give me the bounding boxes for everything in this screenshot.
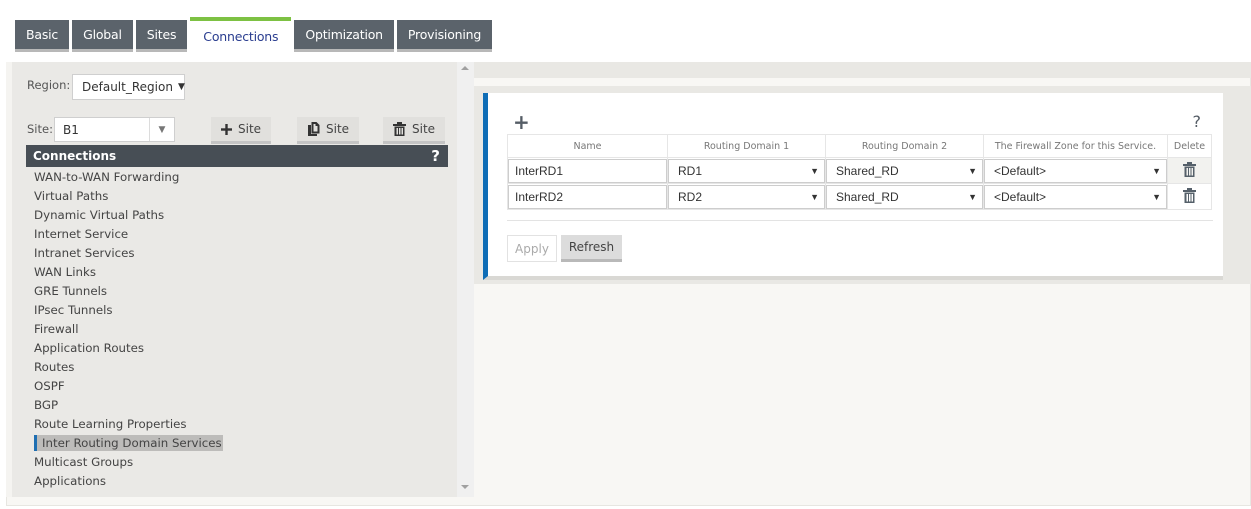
site-label: Site: xyxy=(27,122,53,136)
top-tab-bar: Basic Global Sites Connections Optimizat… xyxy=(15,17,495,52)
column-header-routing-domain-2: Routing Domain 2 xyxy=(825,134,984,158)
delete-row-button[interactable] xyxy=(1167,157,1212,184)
delete-site-label: Site xyxy=(412,122,436,136)
nav-item-route-learning-properties[interactable]: Route Learning Properties xyxy=(26,415,446,434)
tab-global[interactable]: Global xyxy=(72,20,133,52)
region-label: Region: xyxy=(27,78,71,92)
add-site-label: Site xyxy=(238,122,262,136)
caret-down-icon: ▼ xyxy=(968,165,977,176)
caret-down-icon: ▼ xyxy=(158,124,166,135)
caret-down-icon: ▼ xyxy=(177,82,185,92)
plus-icon xyxy=(221,123,232,135)
table-row: InterRD1 RD1 ▼ Shared_RD ▼ <Default> ▼ xyxy=(507,157,1212,184)
nav-item-intranet-services[interactable]: Intranet Services xyxy=(26,244,446,263)
caret-down-icon: ▼ xyxy=(810,191,819,202)
name-input[interactable]: InterRD2 xyxy=(508,184,667,209)
right-panel-top-band xyxy=(474,62,1251,78)
trash-icon xyxy=(393,122,406,136)
caret-down-icon: ▼ xyxy=(810,165,819,176)
apply-button[interactable]: Apply xyxy=(507,235,557,262)
tab-optimization[interactable]: Optimization xyxy=(294,20,394,52)
routing-domain-1-select[interactable]: RD1 ▼ xyxy=(668,158,825,183)
table-header-row: Name Routing Domain 1 Routing Domain 2 T… xyxy=(507,134,1212,158)
routing-domain-1-value: RD1 xyxy=(678,163,703,178)
help-icon[interactable]: ? xyxy=(431,147,440,165)
scroll-up-icon[interactable] xyxy=(461,66,469,70)
nav-item-wan-to-wan-forwarding[interactable]: WAN-to-WAN Forwarding xyxy=(26,168,446,187)
region-value: Default_Region xyxy=(82,80,173,94)
tab-connections[interactable]: Connections xyxy=(190,17,292,52)
firewall-zone-select[interactable]: <Default> ▼ xyxy=(984,184,1167,209)
delete-site-button[interactable]: Site xyxy=(383,117,446,144)
nav-item-application-routes[interactable]: Application Routes xyxy=(26,339,446,358)
table-row: InterRD2 RD2 ▼ Shared_RD ▼ <Default> ▼ xyxy=(507,183,1212,210)
firewall-zone-value: <Default> xyxy=(994,189,1047,204)
routing-domain-1-value: RD2 xyxy=(678,189,703,204)
inter-routing-domain-services-card: + ? Name Routing Domain 1 Routing Domain… xyxy=(483,93,1223,280)
copy-site-label: Site xyxy=(326,122,350,136)
tab-basic[interactable]: Basic xyxy=(15,20,70,52)
routing-domain-2-select[interactable]: Shared_RD ▼ xyxy=(826,184,983,209)
copy-site-button[interactable]: Site xyxy=(297,117,360,144)
add-row-button[interactable]: + xyxy=(513,110,530,134)
left-panel-scrollbar[interactable] xyxy=(457,62,474,497)
column-header-firewall-zone: The Firewall Zone for this Service. xyxy=(983,134,1168,158)
caret-down-icon: ▼ xyxy=(968,191,977,202)
caret-down-icon: ▼ xyxy=(1152,191,1161,202)
firewall-zone-value: <Default> xyxy=(994,163,1047,178)
caret-down-icon: ▼ xyxy=(1152,165,1161,176)
nav-item-internet-service[interactable]: Internet Service xyxy=(26,225,446,244)
services-table: Name Routing Domain 1 Routing Domain 2 T… xyxy=(507,134,1212,210)
nav-item-bgp[interactable]: BGP xyxy=(26,396,446,415)
copy-icon xyxy=(307,122,320,136)
routing-domain-2-select[interactable]: Shared_RD ▼ xyxy=(826,158,983,183)
site-value: B1 xyxy=(63,122,79,137)
region-select[interactable]: Default_Region ▼ xyxy=(72,74,185,100)
site-select[interactable]: B1 ▼ xyxy=(54,117,175,142)
divider xyxy=(507,220,1213,221)
nav-item-wan-links[interactable]: WAN Links xyxy=(26,263,446,282)
nav-item-dynamic-virtual-paths[interactable]: Dynamic Virtual Paths xyxy=(26,206,446,225)
tab-provisioning[interactable]: Provisioning xyxy=(396,20,493,52)
connections-nav: WAN-to-WAN Forwarding Virtual Paths Dyna… xyxy=(26,168,446,491)
nav-item-ospf[interactable]: OSPF xyxy=(26,377,446,396)
routing-domain-2-value: Shared_RD xyxy=(836,189,899,204)
firewall-zone-select[interactable]: <Default> ▼ xyxy=(984,158,1167,183)
routing-domain-1-select[interactable]: RD2 ▼ xyxy=(668,184,825,209)
nav-item-multicast-groups[interactable]: Multicast Groups xyxy=(26,453,446,472)
nav-item-virtual-paths[interactable]: Virtual Paths xyxy=(26,187,446,206)
connections-header: Connections ? xyxy=(26,145,448,167)
routing-domain-2-value: Shared_RD xyxy=(836,163,899,178)
nav-item-ipsec-tunnels[interactable]: IPsec Tunnels xyxy=(26,301,446,320)
column-header-delete: Delete xyxy=(1167,134,1212,158)
refresh-button[interactable]: Refresh xyxy=(561,235,622,262)
nav-item-applications[interactable]: Applications xyxy=(26,472,446,491)
left-panel: Region: Default_Region ▼ Site: B1 ▼ Site… xyxy=(6,62,457,497)
nav-item-gre-tunnels[interactable]: GRE Tunnels xyxy=(26,282,446,301)
add-site-button[interactable]: Site xyxy=(211,117,272,144)
help-icon[interactable]: ? xyxy=(1193,112,1202,131)
tab-sites[interactable]: Sites xyxy=(135,20,188,52)
nav-item-inter-routing-domain-services[interactable]: Inter Routing Domain Services xyxy=(26,434,446,453)
column-header-name: Name xyxy=(507,134,668,158)
nav-item-routes[interactable]: Routes xyxy=(26,358,446,377)
trash-icon[interactable] xyxy=(1183,187,1196,206)
nav-item-firewall[interactable]: Firewall xyxy=(26,320,446,339)
scroll-down-icon[interactable] xyxy=(461,485,469,489)
name-input[interactable]: InterRD1 xyxy=(508,158,667,183)
column-header-routing-domain-1: Routing Domain 1 xyxy=(667,134,826,158)
site-dropdown-button[interactable]: ▼ xyxy=(149,118,174,141)
connections-title: Connections xyxy=(33,149,117,163)
trash-icon[interactable] xyxy=(1183,161,1196,180)
delete-row-button[interactable] xyxy=(1167,183,1212,210)
